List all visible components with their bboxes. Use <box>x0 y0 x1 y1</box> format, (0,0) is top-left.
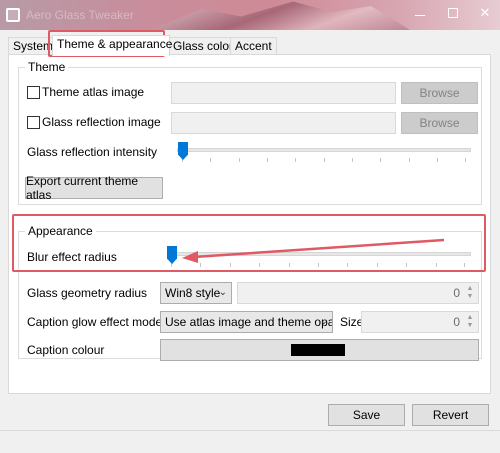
window-title: Aero Glass Tweaker <box>26 8 134 22</box>
caption-glow-label: Caption glow effect mode <box>27 315 163 329</box>
export-theme-atlas-button[interactable]: Export current theme atlas <box>25 174 163 202</box>
blur-radius-label: Blur effect radius <box>27 250 117 264</box>
tab-accent[interactable]: Accent <box>230 37 277 55</box>
caption-colour-label: Caption colour <box>27 343 105 357</box>
glass-reflection-browse-button[interactable]: Browse <box>401 112 478 134</box>
glass-reflection-checkbox[interactable] <box>27 116 40 129</box>
minimize-button[interactable] <box>403 0 437 26</box>
maximize-button[interactable] <box>436 0 470 26</box>
maximize-icon <box>448 8 458 18</box>
glass-geometry-style-value: Win8 style <box>165 286 221 300</box>
caption-colour-button[interactable] <box>160 339 479 361</box>
reflection-intensity-ticks <box>182 158 466 162</box>
revert-button[interactable]: Revert <box>412 404 489 426</box>
status-bar <box>0 430 500 453</box>
caption-glow-size-stepper[interactable]: 0 ▲ ▼ <box>361 311 479 333</box>
theme-atlas-checkbox[interactable] <box>27 86 40 99</box>
close-button[interactable]: ✕ <box>468 0 500 26</box>
spin-arrows-icon: ▲ ▼ <box>466 314 474 329</box>
glass-geometry-radius-value: 0 <box>453 286 460 300</box>
chevron-down-icon: ⌄ <box>218 287 227 298</box>
reflection-intensity-slider[interactable] <box>177 148 471 152</box>
tab-panel: Theme Theme atlas image Browse Glass ref… <box>8 54 491 394</box>
reflection-intensity-label: Glass reflection intensity <box>27 145 158 159</box>
caption-colour-swatch <box>291 344 345 356</box>
caption-glow-size-value: 0 <box>453 315 460 329</box>
close-icon: ✕ <box>479 5 491 20</box>
appearance-group-title: Appearance <box>25 224 96 238</box>
caption-glow-mode-select[interactable]: Use atlas image and theme opac ⌄ <box>160 311 333 333</box>
glass-reflection-path-field[interactable] <box>171 112 396 134</box>
glass-reflection-label: Glass reflection image <box>42 115 161 129</box>
glass-geometry-style-select[interactable]: Win8 style ⌄ <box>160 282 232 304</box>
theme-group-title: Theme <box>25 60 69 74</box>
theme-atlas-label: Theme atlas image <box>42 85 145 99</box>
theme-atlas-browse-button[interactable]: Browse <box>401 82 478 104</box>
blur-radius-slider[interactable] <box>167 252 471 256</box>
app-icon <box>6 8 20 22</box>
chevron-down-icon: ⌄ <box>319 316 328 327</box>
minimize-icon <box>415 14 425 16</box>
spin-arrows-icon: ▲ ▼ <box>466 285 474 300</box>
save-button[interactable]: Save <box>328 404 405 426</box>
caption-glow-mode-value: Use atlas image and theme opac <box>165 315 333 329</box>
blur-radius-ticks <box>171 263 465 267</box>
glass-geometry-radius-stepper[interactable]: 0 ▲ ▼ <box>237 282 479 304</box>
title-bar-background <box>150 1 410 30</box>
tab-theme-appearance[interactable]: Theme & appearance <box>52 35 172 56</box>
tab-system[interactable]: System <box>8 37 59 55</box>
title-bar: Aero Glass Tweaker ✕ <box>0 0 500 30</box>
theme-atlas-path-field[interactable] <box>171 82 396 104</box>
glass-geometry-label: Glass geometry radius <box>27 286 148 300</box>
size-label: Size <box>340 315 364 329</box>
